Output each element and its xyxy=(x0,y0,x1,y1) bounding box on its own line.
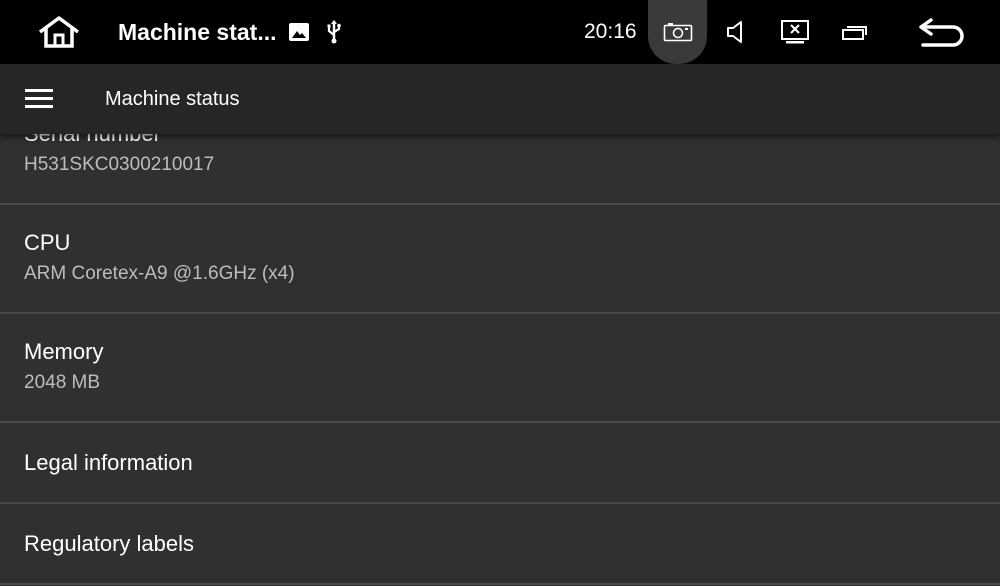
app-bar: Machine status xyxy=(0,64,1000,134)
page-title: Machine status xyxy=(105,88,240,110)
status-bar-title: Machine stat... xyxy=(118,18,277,45)
status-bar: Machine stat... 20:16 xyxy=(0,0,1000,64)
settings-list[interactable]: Serial number H531SKC0300210017 CPU ARM … xyxy=(0,134,1000,586)
list-item-title: CPU xyxy=(24,230,71,255)
back-icon[interactable] xyxy=(916,15,966,49)
list-item-summary: H531SKC0300210017 xyxy=(24,154,215,175)
hamburger-menu-icon[interactable] xyxy=(24,86,56,112)
usb-icon xyxy=(324,20,344,44)
close-screen-icon[interactable] xyxy=(779,18,811,46)
image-icon xyxy=(288,22,310,42)
list-item-memory[interactable]: Memory 2048 MB xyxy=(0,314,1000,423)
volume-icon[interactable] xyxy=(724,19,748,45)
list-item-regulatory-labels[interactable]: Regulatory labels xyxy=(0,504,1000,585)
list-item-serial-number[interactable]: Serial number H531SKC0300210017 xyxy=(0,134,1000,205)
list-item-title: Memory xyxy=(24,339,104,364)
list-item-title: Legal information xyxy=(24,450,193,475)
list-item-summary: 2048 MB xyxy=(24,372,101,393)
clock: 20:16 xyxy=(584,20,637,43)
home-icon[interactable] xyxy=(34,14,84,50)
recent-apps-icon[interactable] xyxy=(840,24,868,42)
list-item-title: Regulatory labels xyxy=(24,531,194,556)
list-item-legal-information[interactable]: Legal information xyxy=(0,423,1000,504)
list-item-cpu[interactable]: CPU ARM Coretex-A9 @1.6GHz (x4) xyxy=(0,205,1000,314)
list-item-summary: ARM Coretex-A9 @1.6GHz (x4) xyxy=(24,263,295,284)
screenshot-icon[interactable] xyxy=(662,21,694,43)
list-item-title: Serial number xyxy=(24,134,161,147)
